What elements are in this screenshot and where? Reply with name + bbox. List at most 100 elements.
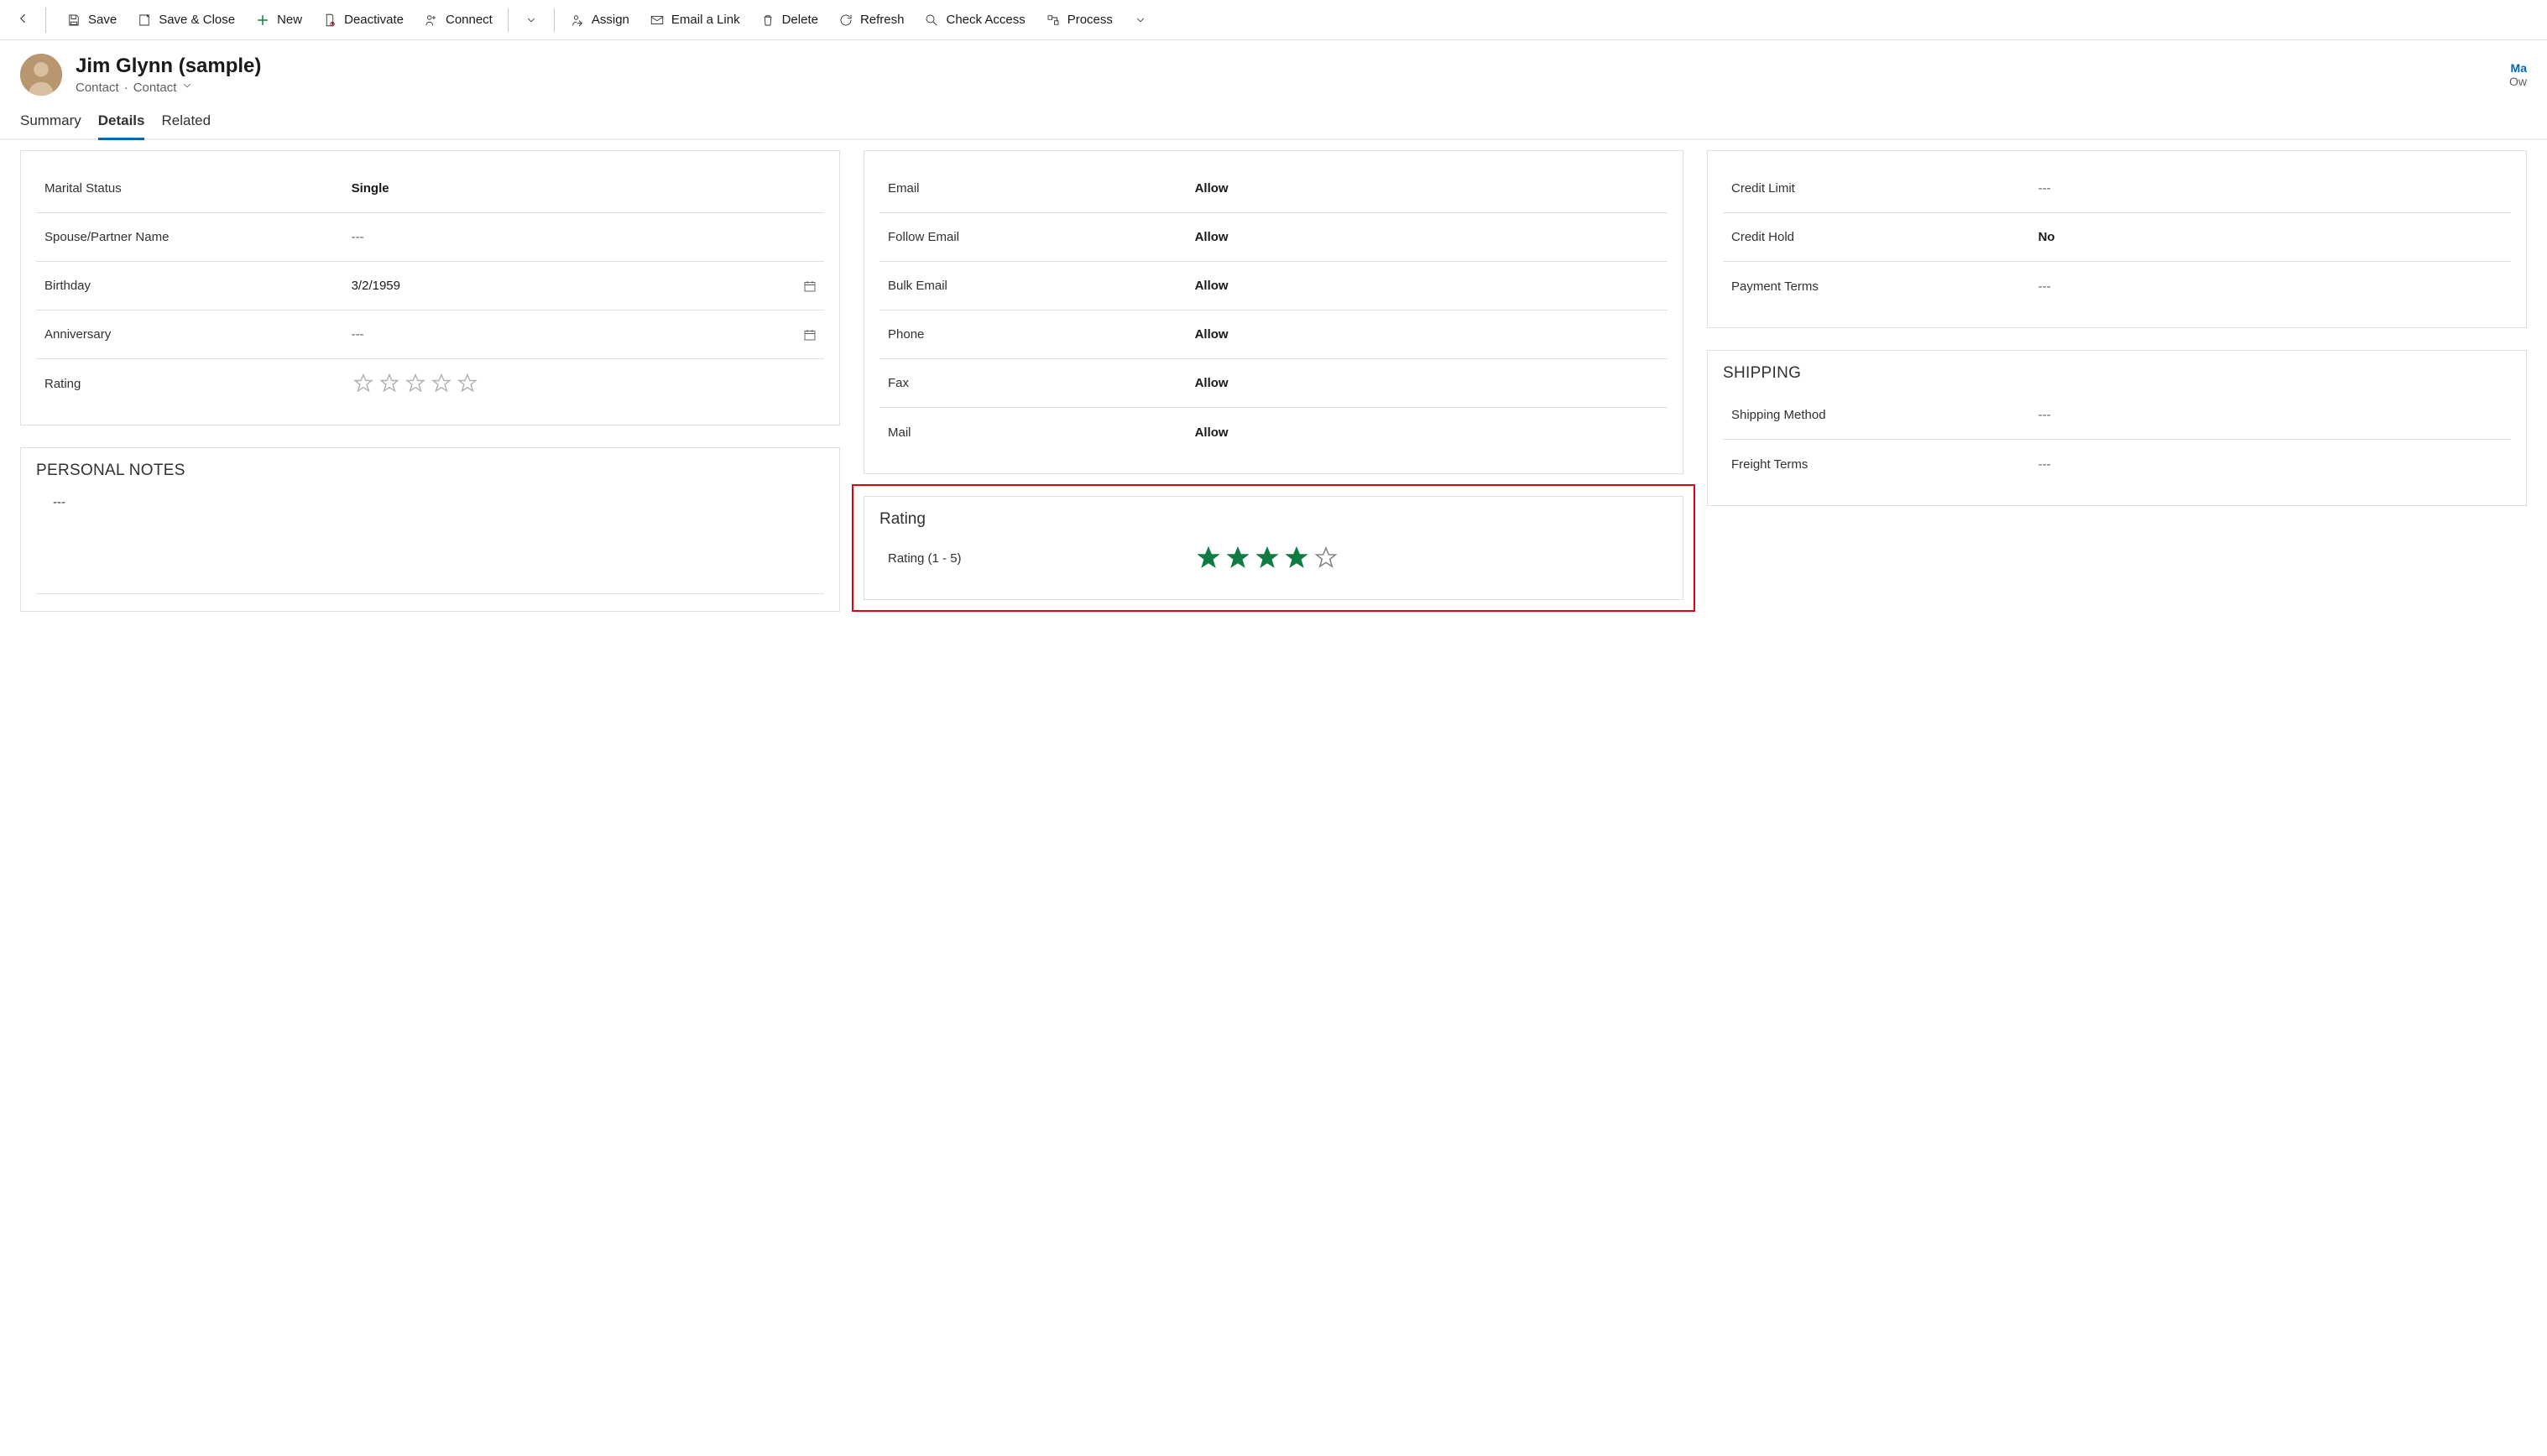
connect-dropdown[interactable] (515, 8, 547, 33)
billing-card: Credit Limit --- Credit Hold No Payment … (1707, 150, 2527, 328)
divider (508, 8, 509, 32)
credit-limit-value[interactable]: --- (2038, 181, 2511, 196)
divider (554, 8, 555, 32)
back-button[interactable] (10, 6, 35, 34)
save-button[interactable]: Save (58, 8, 125, 33)
personal-notes-value[interactable]: --- (36, 488, 824, 543)
save-label: Save (88, 13, 117, 27)
rating-empty-stars[interactable] (352, 372, 824, 395)
pref-bulk-value[interactable]: Allow (1195, 279, 1668, 293)
delete-icon (760, 13, 775, 28)
rating-field-label: Rating (1 - 5) (879, 551, 1195, 566)
rating-stars[interactable] (1195, 545, 1668, 571)
deactivate-button[interactable]: Deactivate (314, 8, 412, 33)
refresh-label: Refresh (860, 13, 905, 27)
check-access-label: Check Access (946, 13, 1025, 27)
freight-terms-value[interactable]: --- (2038, 457, 2511, 472)
anniversary-label: Anniversary (36, 327, 352, 342)
save-close-button[interactable]: Save & Close (128, 8, 243, 33)
record-title: Jim Glynn (sample) (76, 55, 261, 78)
spouse-value[interactable]: --- (352, 230, 824, 244)
rating-card-title: Rating (879, 510, 1668, 529)
tab-summary[interactable]: Summary (20, 104, 81, 140)
email-link-button[interactable]: Email a Link (641, 8, 749, 33)
search-person-icon (924, 13, 939, 28)
owner-label: Ow (2509, 75, 2527, 88)
column-2: Email Allow Follow Email Allow Bulk Emai… (864, 150, 1683, 612)
payment-terms-label: Payment Terms (1723, 279, 2038, 294)
pref-phone-label: Phone (879, 327, 1195, 342)
contact-prefs-card: Email Allow Follow Email Allow Bulk Emai… (864, 150, 1683, 474)
pref-mail-label: Mail (879, 425, 1195, 440)
command-bar: Save Save & Close New Deactivate Connect (0, 0, 2547, 40)
rating-label: Rating (36, 377, 352, 391)
process-icon (1046, 13, 1061, 28)
pref-bulk-label: Bulk Email (879, 279, 1195, 293)
chevron-down-icon (1133, 13, 1148, 28)
pref-fax-label: Fax (879, 376, 1195, 390)
new-button[interactable]: New (247, 8, 311, 33)
divider (45, 8, 46, 33)
pref-phone-value[interactable]: Allow (1195, 327, 1668, 342)
delete-label: Delete (782, 13, 818, 27)
entity-name: Contact (76, 81, 119, 95)
pref-follow-value[interactable]: Allow (1195, 230, 1668, 244)
chevron-down-icon[interactable] (181, 80, 193, 95)
personal-notes-title: PERSONAL NOTES (36, 462, 824, 480)
delete-button[interactable]: Delete (752, 8, 827, 33)
calendar-icon[interactable] (802, 279, 817, 294)
process-dropdown[interactable] (1125, 8, 1156, 33)
form-body: Marital Status Single Spouse/Partner Nam… (0, 140, 2547, 622)
check-access-button[interactable]: Check Access (916, 8, 1033, 33)
credit-limit-label: Credit Limit (1723, 181, 2038, 196)
marital-status-value[interactable]: Single (352, 181, 824, 196)
process-label: Process (1067, 13, 1113, 27)
record-header: Jim Glynn (sample) Contact · Contact Ma … (0, 40, 2547, 104)
tab-details[interactable]: Details (98, 104, 145, 140)
save-icon (66, 13, 81, 28)
personal-card: Marital Status Single Spouse/Partner Nam… (20, 150, 840, 425)
refresh-icon (838, 13, 853, 28)
owner-link[interactable]: Ma (2509, 61, 2527, 75)
freight-terms-label: Freight Terms (1723, 457, 2038, 472)
column-3: Credit Limit --- Credit Hold No Payment … (1707, 150, 2527, 612)
email-link-label: Email a Link (671, 13, 740, 27)
arrow-left-icon (15, 11, 30, 26)
birthday-label: Birthday (36, 279, 352, 293)
personal-notes-card: PERSONAL NOTES --- (20, 447, 840, 612)
header-right: Ma Ow (2509, 61, 2527, 88)
pref-fax-value[interactable]: Allow (1195, 376, 1668, 390)
tab-related[interactable]: Related (161, 104, 211, 140)
shipping-method-label: Shipping Method (1723, 408, 2038, 422)
process-button[interactable]: Process (1037, 8, 1121, 33)
assign-button[interactable]: Assign (561, 8, 638, 33)
save-close-label: Save & Close (159, 13, 235, 27)
connect-label: Connect (446, 13, 493, 27)
birthday-value[interactable]: 3/2/1959 (352, 279, 824, 294)
calendar-icon[interactable] (802, 327, 817, 342)
marital-status-label: Marital Status (36, 181, 352, 196)
anniversary-value[interactable]: --- (352, 327, 824, 342)
form-name: Contact (133, 81, 177, 95)
save-close-icon (137, 13, 152, 28)
credit-hold-value[interactable]: No (2038, 230, 2511, 244)
chevron-down-icon (524, 13, 539, 28)
connect-button[interactable]: Connect (415, 8, 501, 33)
pref-mail-value[interactable]: Allow (1195, 425, 1668, 440)
deactivate-icon (322, 13, 337, 28)
assign-label: Assign (592, 13, 629, 27)
payment-terms-value[interactable]: --- (2038, 279, 2511, 294)
pref-email-value[interactable]: Allow (1195, 181, 1668, 196)
connect-icon (424, 13, 439, 28)
assign-icon (570, 13, 585, 28)
shipping-method-value[interactable]: --- (2038, 408, 2511, 422)
new-label: New (277, 13, 302, 27)
rating-card: Rating Rating (1 - 5) (864, 496, 1683, 600)
credit-hold-label: Credit Hold (1723, 230, 2038, 244)
pref-follow-label: Follow Email (879, 230, 1195, 244)
refresh-button[interactable]: Refresh (830, 8, 913, 33)
pref-email-label: Email (879, 181, 1195, 196)
deactivate-label: Deactivate (344, 13, 404, 27)
spouse-label: Spouse/Partner Name (36, 230, 352, 244)
avatar (20, 54, 62, 96)
